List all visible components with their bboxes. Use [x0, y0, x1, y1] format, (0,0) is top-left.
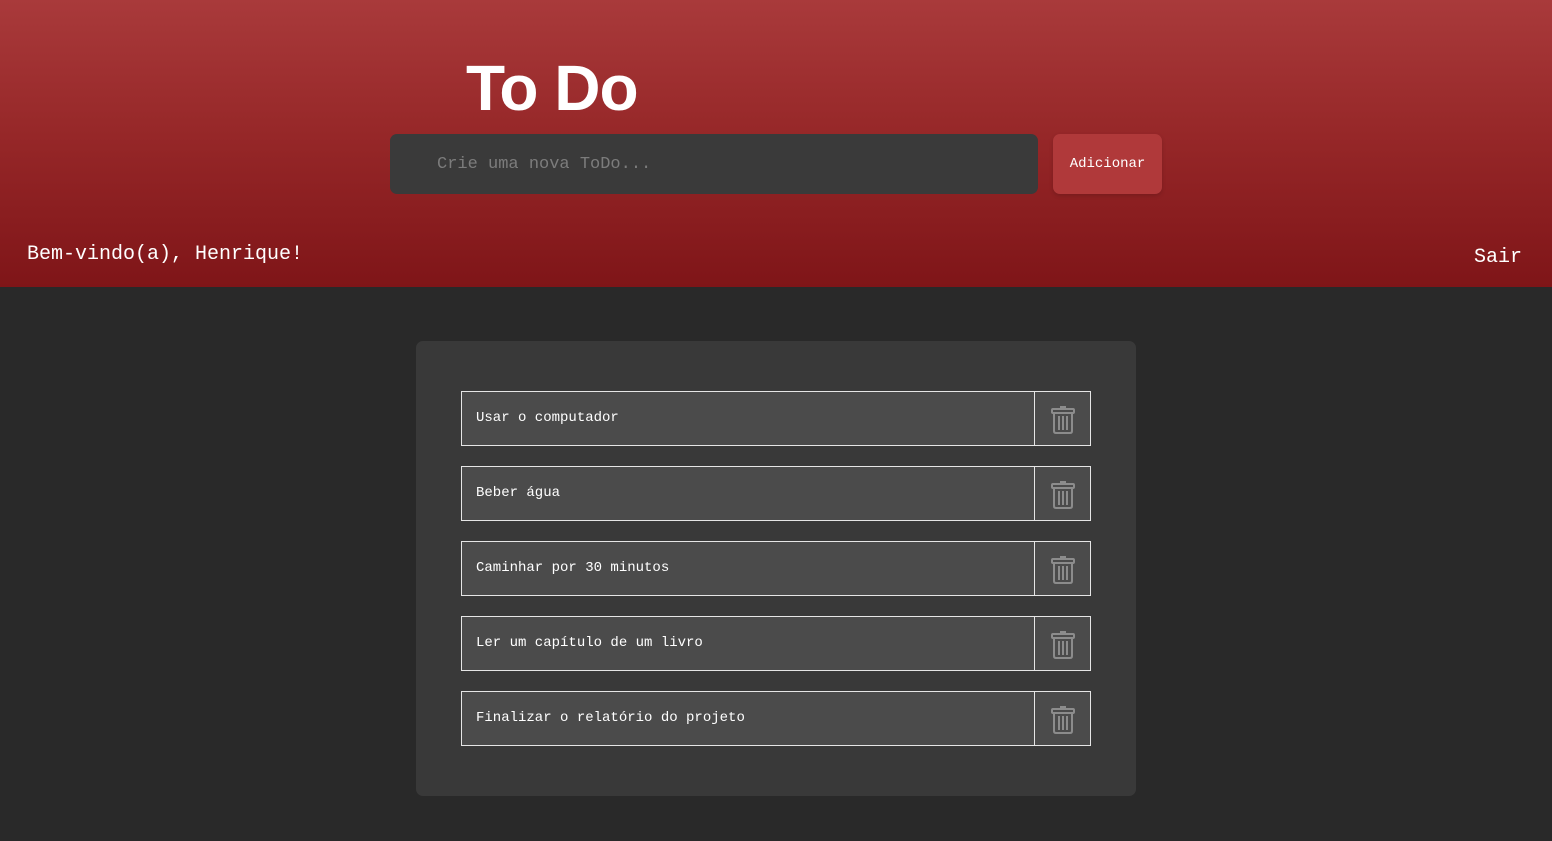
todo-text[interactable]: Beber água	[461, 466, 1036, 521]
todo-list: Usar o computador Beber água Caminhar po…	[461, 391, 1091, 766]
trash-icon	[1050, 554, 1075, 584]
delete-todo-button[interactable]	[1035, 541, 1091, 596]
todo-text[interactable]: Usar o computador	[461, 391, 1036, 446]
delete-todo-button[interactable]	[1035, 391, 1091, 446]
trash-icon	[1050, 704, 1075, 734]
welcome-message: Bem-vindo(a), Henrique!	[27, 243, 304, 266]
todo-item: Caminhar por 30 minutos	[461, 541, 1091, 596]
todo-text[interactable]: Ler um capítulo de um livro	[461, 616, 1036, 671]
app-header: To Do Adicionar Bem-vindo(a), Henrique! …	[0, 0, 1552, 287]
trash-icon	[1050, 404, 1075, 434]
trash-icon	[1050, 479, 1075, 509]
delete-todo-button[interactable]	[1035, 616, 1091, 671]
todo-panel: Usar o computador Beber água Caminhar po…	[416, 341, 1136, 796]
delete-todo-button[interactable]	[1035, 466, 1091, 521]
todo-text[interactable]: Finalizar o relatório do projeto	[461, 691, 1036, 746]
logout-link[interactable]: Sair	[1474, 245, 1522, 271]
trash-icon	[1050, 629, 1075, 659]
new-todo-input[interactable]	[390, 134, 1038, 194]
todo-text[interactable]: Caminhar por 30 minutos	[461, 541, 1036, 596]
todo-item: Usar o computador	[461, 391, 1091, 446]
delete-todo-button[interactable]	[1035, 691, 1091, 746]
todo-item: Finalizar o relatório do projeto	[461, 691, 1091, 746]
page-title: To Do	[466, 52, 639, 124]
add-todo-button[interactable]: Adicionar	[1053, 134, 1162, 194]
todo-item: Beber água	[461, 466, 1091, 521]
todo-item: Ler um capítulo de um livro	[461, 616, 1091, 671]
